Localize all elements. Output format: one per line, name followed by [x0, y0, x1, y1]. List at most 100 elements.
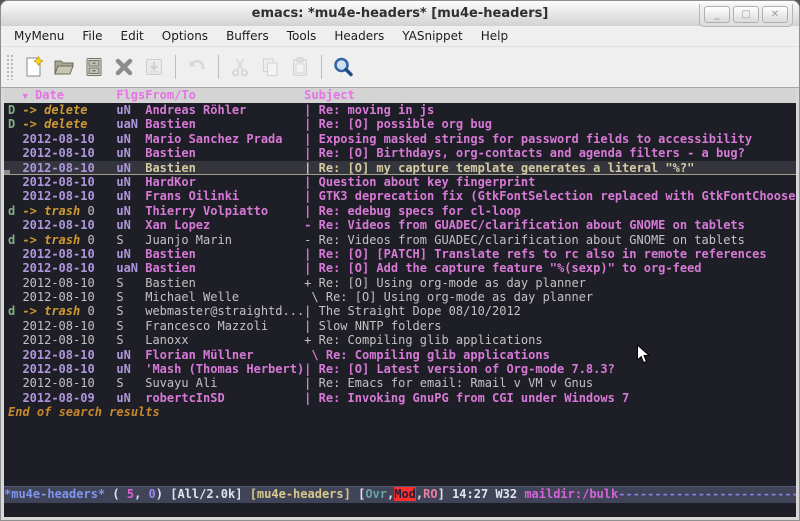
- message-date: 2012-08-10: [22, 319, 116, 333]
- menu-tools[interactable]: Tools: [278, 27, 326, 45]
- message-from: Mario Sanchez Prada: [145, 132, 304, 146]
- modeline: *mu4e-headers* ( 5, 0) [All/2.0k] [mu4e-…: [4, 486, 796, 503]
- modeline-segment-plain: 14:27 W32: [452, 487, 524, 501]
- message-row[interactable]: 2012-08-10 S Bastien + Re: [O] Using org…: [4, 276, 796, 290]
- message-date: 2012-08-09: [22, 391, 116, 405]
- mu4e-headers-buffer[interactable]: ▼ Date Flgs From/To Subject D -> delete …: [4, 88, 796, 486]
- modeline-segment-plain: ,: [134, 487, 148, 501]
- modeline-segment-buffer-name: *mu4e-headers*: [4, 487, 105, 501]
- message-subject: | Re: edebug specs for cl-loop: [304, 204, 796, 218]
- mark-target: 0: [80, 204, 94, 218]
- dired-icon: [82, 55, 106, 79]
- message-from: 'Mash (Thomas Herbert): [145, 362, 304, 376]
- new-file-button[interactable]: [20, 53, 48, 81]
- headers-header-line[interactable]: ▼ Date Flgs From/To Subject: [4, 88, 796, 103]
- titlebar[interactable]: emacs: *mu4e-headers* [mu4e-headers] _□✕: [1, 1, 799, 26]
- message-from: Bastien: [145, 117, 304, 131]
- message-from: Thierry Volpiatto: [145, 204, 304, 218]
- header-subject-col[interactable]: Subject: [304, 88, 796, 103]
- message-from: Lanoxx: [145, 333, 304, 347]
- message-subject: + Re: Compiling glib applications: [304, 333, 796, 347]
- toolbar-separator: [175, 55, 176, 79]
- open-file-button[interactable]: [50, 53, 78, 81]
- message-row[interactable]: d -> trash 0 S Juanjo Marin - Re: Videos…: [4, 233, 796, 247]
- menu-edit[interactable]: Edit: [112, 27, 153, 45]
- kill-buffer-icon: [112, 55, 136, 79]
- message-from: Xan Lopez: [145, 218, 304, 232]
- message-row[interactable]: 2012-08-10 uN Mario Sanchez Prada | Expo…: [4, 132, 796, 146]
- mark-flag: [4, 276, 22, 290]
- mark-flag: [4, 189, 22, 203]
- message-row[interactable]: 2012-08-09 uN robertcInSD | Re: Invoking…: [4, 391, 796, 405]
- message-subject: | Re: Emacs for email: Rmail v VM v Gnus: [304, 376, 796, 390]
- header-date-col[interactable]: ▼ Date: [22, 88, 116, 103]
- message-date: 2012-08-10: [22, 276, 116, 290]
- message-row[interactable]: D -> delete uaN Bastien | Re: [O] possib…: [4, 117, 796, 131]
- echo-area[interactable]: [4, 503, 796, 517]
- menu-yasnippet[interactable]: YASnippet: [393, 27, 472, 45]
- toolbar-drag-handle[interactable]: [6, 54, 15, 80]
- menu-headers[interactable]: Headers: [325, 27, 393, 45]
- mark-flag: [4, 319, 22, 333]
- message-row[interactable]: 2012-08-10 uN Frans Oilinki | GTK3 depre…: [4, 189, 796, 203]
- menu-mymenu[interactable]: MyMenu: [5, 27, 73, 45]
- undo-icon: [185, 55, 209, 79]
- message-row[interactable]: 2012-08-10 uaN Bastien | Re: [O] Add the…: [4, 261, 796, 275]
- window-title: emacs: *mu4e-headers* [mu4e-headers]: [252, 6, 549, 21]
- message-row[interactable]: 2012-08-10 S Suvayu Ali | Re: Emacs for …: [4, 376, 796, 390]
- menu-buffers[interactable]: Buffers: [217, 27, 278, 45]
- menu-help[interactable]: Help: [472, 27, 517, 45]
- message-row[interactable]: d -> trash 0 uN Thierry Volpiatto | Re: …: [4, 204, 796, 218]
- end-of-results-text: End of search results: [4, 405, 796, 419]
- message-row[interactable]: 2012-08-10 S Lanoxx + Re: Compiling glib…: [4, 333, 796, 347]
- close-button[interactable]: ✕: [762, 6, 788, 23]
- message-date: -> trash 0: [22, 304, 116, 318]
- message-row[interactable]: 2012-08-10 uN Florian Müllner \ Re: Comp…: [4, 348, 796, 362]
- kill-buffer-button[interactable]: [110, 53, 138, 81]
- message-subject: | GTK3 deprecation fix (GtkFontSelection…: [304, 189, 796, 203]
- new-file-icon: [22, 55, 46, 79]
- message-row[interactable]: 2012-08-10 S Francesco Mazzoli | Slow NN…: [4, 319, 796, 333]
- maximize-button[interactable]: □: [733, 6, 759, 23]
- message-date: -> trash 0: [22, 233, 116, 247]
- message-flags: S: [116, 333, 145, 347]
- message-date: 2012-08-10: [22, 189, 116, 203]
- message-flags: S: [116, 276, 145, 290]
- header-flags-col[interactable]: Flgs: [116, 88, 145, 103]
- message-from: Frans Oilinki: [145, 189, 304, 203]
- message-row[interactable]: 2012-08-10 uN Xan Lopez - Re: Videos fro…: [4, 218, 796, 232]
- menu-options[interactable]: Options: [153, 27, 217, 45]
- message-row[interactable]: d -> trash 0 S webmaster@straightd... | …: [4, 304, 796, 318]
- open-file-icon: [52, 55, 76, 79]
- dired-button[interactable]: [80, 53, 108, 81]
- modeline-segment-dashes: ----------------------------------------…: [618, 487, 796, 501]
- message-date: -> delete: [22, 117, 116, 131]
- save-buffer-icon: [142, 55, 166, 79]
- menu-file[interactable]: File: [73, 27, 111, 45]
- message-subject: + Re: [O] Using org-mode as day planner: [304, 276, 796, 290]
- header-from-col[interactable]: From/To: [145, 88, 304, 103]
- paste-button: [286, 53, 314, 81]
- message-date: -> trash 0: [22, 204, 116, 218]
- message-flags: uaN: [116, 117, 145, 131]
- fringe-position-indicator: [4, 170, 10, 174]
- cut-button: [226, 53, 254, 81]
- message-row[interactable]: 2012-08-10 S Michael Welle \ Re: [O] Usi…: [4, 290, 796, 304]
- message-row[interactable]: 2012-08-10 uN 'Mash (Thomas Herbert) | R…: [4, 362, 796, 376]
- message-subject: | Exposing masked strings for password f…: [304, 132, 796, 146]
- mark-flag: d: [4, 204, 22, 218]
- header-mark-col: [4, 88, 22, 103]
- message-date: 2012-08-10: [22, 290, 116, 304]
- message-from: Florian Müllner: [145, 348, 304, 362]
- modeline-segment-plain: ): [156, 487, 170, 501]
- search-button[interactable]: [329, 53, 357, 81]
- minimize-button[interactable]: _: [704, 6, 730, 23]
- message-row[interactable]: 2012-08-10 uN Bastien | Re: [O] [PATCH] …: [4, 247, 796, 261]
- mark-flag: [4, 175, 22, 189]
- message-from: Bastien: [145, 261, 304, 275]
- message-row[interactable]: 2012-08-10 uN HardKor | Question about k…: [4, 175, 796, 189]
- message-row[interactable]: 2012-08-10 uN Bastien | Re: [O] my captu…: [4, 161, 796, 175]
- message-row[interactable]: 2012-08-10 uN Bastien | Re: [O] Birthday…: [4, 146, 796, 160]
- message-row[interactable]: D -> delete uN Andreas Röhler | Re: movi…: [4, 103, 796, 117]
- message-from: Suvayu Ali: [145, 376, 304, 390]
